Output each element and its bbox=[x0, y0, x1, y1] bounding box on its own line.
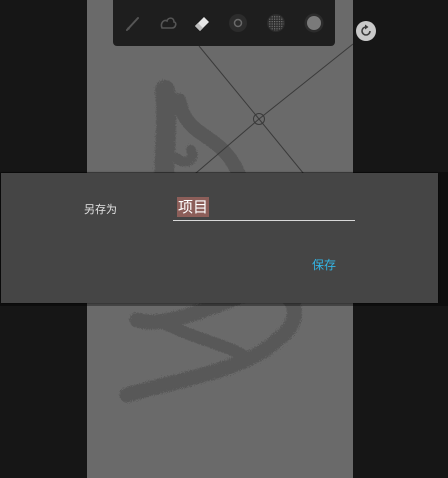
rotate-icon bbox=[361, 24, 371, 36]
color-swatch-button[interactable] bbox=[300, 9, 328, 37]
brush-icon bbox=[126, 17, 139, 31]
eraser-icon bbox=[195, 17, 209, 31]
brush-size-icon bbox=[229, 14, 247, 32]
brush-tool-button[interactable] bbox=[119, 9, 147, 37]
save-button[interactable]: 保存 bbox=[312, 256, 336, 273]
texture-icon bbox=[267, 14, 285, 32]
save-as-label: 另存为 bbox=[84, 203, 117, 216]
brush-size-button[interactable] bbox=[224, 9, 252, 37]
eraser-tool-button[interactable] bbox=[188, 9, 216, 37]
smudge-icon bbox=[160, 17, 177, 29]
smudge-tool-button[interactable] bbox=[154, 9, 182, 37]
rotate-canvas-button[interactable] bbox=[356, 21, 376, 41]
filename-selected-text[interactable]: 项目 bbox=[177, 197, 210, 217]
texture-button[interactable] bbox=[262, 9, 290, 37]
save-as-dialog: 另存为 项目 保存 bbox=[1, 173, 438, 303]
tool-bar bbox=[113, 0, 335, 46]
color-swatch-icon bbox=[304, 13, 324, 33]
filename-input[interactable]: 项目 bbox=[173, 196, 355, 221]
